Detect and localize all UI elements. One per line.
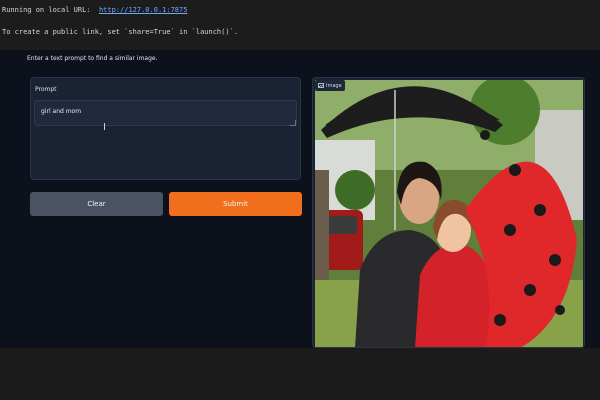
bottom-bar xyxy=(0,348,600,400)
terminal-output: Running on local URL: http://127.0.0.1:7… xyxy=(0,0,600,50)
terminal-line-url: Running on local URL: http://127.0.0.1:7… xyxy=(2,6,187,14)
terminal-line-share: To create a public link, set `share=True… xyxy=(2,28,239,36)
submit-button[interactable]: Submit xyxy=(169,192,302,216)
text-cursor-icon xyxy=(104,123,108,130)
clear-button[interactable]: Clear xyxy=(30,192,163,216)
prompt-label: Prompt xyxy=(35,86,57,93)
gradio-app: Enter a text prompt to find a similar im… xyxy=(0,50,600,348)
result-image xyxy=(315,80,583,347)
local-url-link[interactable]: http://127.0.0.1:7875 xyxy=(99,6,188,14)
app-description: Enter a text prompt to find a similar im… xyxy=(27,55,158,62)
image-icon xyxy=(318,83,324,88)
image-label: Image xyxy=(326,82,342,89)
prompt-block: Prompt girl and mom xyxy=(30,77,301,180)
image-output-panel: Image xyxy=(312,77,585,348)
image-label-tag: Image xyxy=(315,80,345,91)
prompt-textbox[interactable]: girl and mom xyxy=(34,100,297,126)
terminal-line-prefix: Running on local URL: xyxy=(2,6,99,14)
resize-handle-icon[interactable] xyxy=(290,120,296,126)
